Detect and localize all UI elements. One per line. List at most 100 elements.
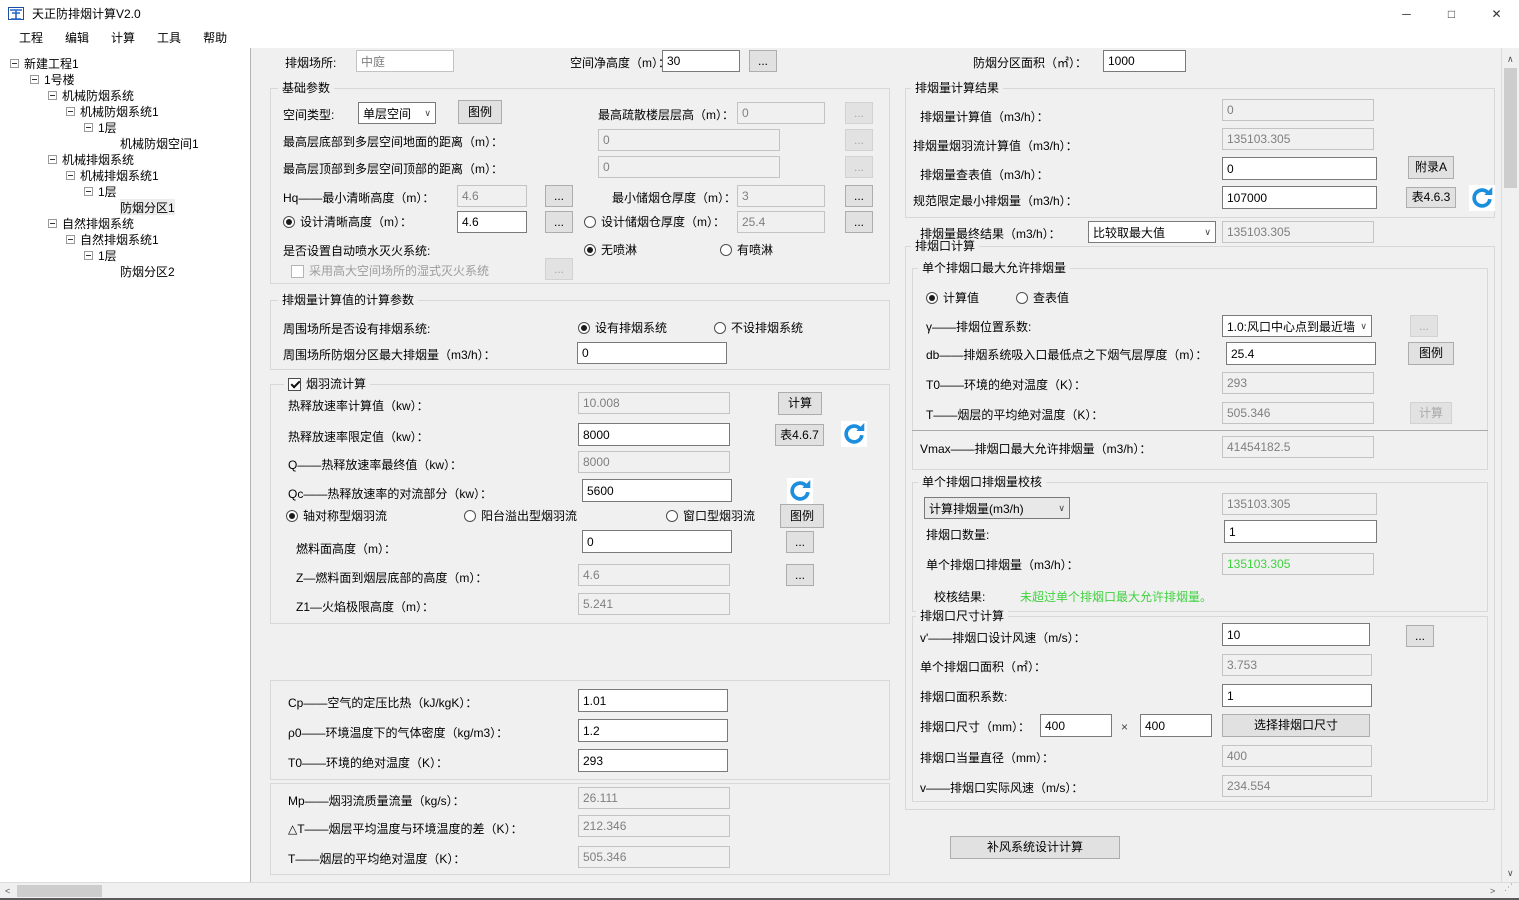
around-max-input[interactable] <box>577 342 727 364</box>
title-bar: 天正防排烟计算V2.0 ─ □ ✕ <box>0 0 1519 28</box>
table-463-button[interactable]: 表4.6.3 <box>1406 187 1456 208</box>
area-coef-input[interactable] <box>1222 684 1372 707</box>
collapse-icon[interactable] <box>30 75 39 84</box>
result-table-input[interactable] <box>1222 157 1377 180</box>
axis-plume-radio[interactable]: 轴对称型烟羽流 <box>286 509 387 523</box>
design-store-radio[interactable]: 设计储烟仓厚度（m）： <box>584 215 725 229</box>
minimize-button[interactable]: ─ <box>1384 0 1429 28</box>
collapse-icon[interactable] <box>84 123 93 132</box>
cp-input[interactable] <box>578 689 728 712</box>
tree-item-mech-fangyan-1[interactable]: 机械防烟系统1 <box>66 103 159 119</box>
collapse-icon[interactable] <box>84 187 93 196</box>
zone-area-input[interactable] <box>1103 50 1186 72</box>
tree-item-nat-paiyan-1[interactable]: 自然排烟系统1 <box>66 231 159 247</box>
gamma-select[interactable]: 1.0:风口中心点到最近墙∨ <box>1222 315 1372 337</box>
menu-bar: 工程 编辑 计算 工具 帮助 <box>0 28 1519 48</box>
fuel-height-input[interactable] <box>582 530 732 553</box>
has-sprinkler-radio[interactable]: 有喷淋 <box>720 243 773 257</box>
refresh-icon[interactable] <box>841 421 867 447</box>
design-speed-more-button[interactable]: ... <box>1406 625 1434 647</box>
hrr-calc-button[interactable]: 计算 <box>778 392 822 415</box>
menu-project[interactable]: 工程 <box>8 28 54 48</box>
space-type-select[interactable]: 单层空间∨ <box>358 102 436 124</box>
result-final-mode-select[interactable]: 比较取最大值∨ <box>1088 221 1216 243</box>
around-yes-radio[interactable]: 设有排烟系统 <box>578 321 667 335</box>
vent-width-input[interactable] <box>1040 714 1112 737</box>
choose-vent-size-button[interactable]: 选择排烟口尺寸 <box>1222 714 1370 737</box>
plume-legend-button[interactable]: 图例 <box>780 504 824 528</box>
vent-count-input[interactable] <box>1224 520 1377 543</box>
tree-item-floor-1b[interactable]: 1层 <box>84 183 117 199</box>
design-speed-input[interactable] <box>1222 623 1370 646</box>
db-legend-button[interactable]: 图例 <box>1408 342 1454 365</box>
makeup-air-button[interactable]: 补风系统设计计算 <box>950 836 1120 859</box>
rho-input[interactable] <box>578 719 728 742</box>
scroll-right-icon[interactable]: > <box>1490 886 1495 896</box>
vertical-scrollbar-thumb[interactable] <box>1504 68 1517 188</box>
tree-item-mech-paiyan-1[interactable]: 机械排烟系统1 <box>66 167 159 183</box>
menu-tools[interactable]: 工具 <box>146 28 192 48</box>
tree-item-zone-1[interactable]: 防烟分区1 <box>120 199 175 215</box>
fuel-height-more-button[interactable]: ... <box>786 531 814 553</box>
maximize-button[interactable]: □ <box>1429 0 1474 28</box>
design-clear-more-button[interactable]: ... <box>545 211 573 233</box>
refresh-icon[interactable] <box>787 478 813 504</box>
collapse-icon[interactable] <box>84 251 93 260</box>
tree-item-project[interactable]: 新建工程1 <box>10 55 79 71</box>
qc-input[interactable] <box>582 479 732 502</box>
close-button[interactable]: ✕ <box>1474 0 1519 28</box>
collapse-icon[interactable] <box>66 171 75 180</box>
menu-calculate[interactable]: 计算 <box>100 28 146 48</box>
design-clear-radio[interactable]: 设计清晰高度（m）： <box>283 215 412 229</box>
hq-more-button[interactable]: ... <box>545 185 573 207</box>
collapse-icon[interactable] <box>66 235 75 244</box>
collapse-icon[interactable] <box>48 219 57 228</box>
collapse-icon[interactable] <box>66 107 75 116</box>
plume-checkbox[interactable]: 烟羽流计算 <box>284 377 370 391</box>
menu-edit[interactable]: 编辑 <box>54 28 100 48</box>
table-467-button[interactable]: 表4.6.7 <box>775 424 824 446</box>
tree-item-nat-paiyan[interactable]: 自然排烟系统 <box>48 215 134 231</box>
vertical-scrollbar[interactable]: ∧ ∨ <box>1501 48 1519 882</box>
check-mode-select[interactable]: 计算排烟量(m3/h)∨ <box>924 497 1070 519</box>
t0-input[interactable] <box>578 749 728 772</box>
horizontal-scrollbar-thumb[interactable] <box>17 885 102 897</box>
menu-help[interactable]: 帮助 <box>192 28 238 48</box>
tree-item-building[interactable]: 1号楼 <box>30 71 75 87</box>
scroll-down-icon[interactable]: ∨ <box>1507 868 1514 878</box>
collapse-icon[interactable] <box>48 155 57 164</box>
tree-item-floor-1c[interactable]: 1层 <box>84 247 117 263</box>
scroll-left-icon[interactable]: < <box>5 886 10 896</box>
collapse-icon[interactable] <box>10 59 19 68</box>
result-min-input[interactable] <box>1222 186 1377 209</box>
clear-height-more-button[interactable]: ... <box>749 50 777 72</box>
around-no-radio[interactable]: 不设排烟系统 <box>714 321 803 335</box>
tree-item-zone-2[interactable]: 防烟分区2 <box>120 263 175 279</box>
appendix-a-button[interactable]: 附录A <box>1408 156 1454 179</box>
wet-system-more-button: ... <box>545 258 573 280</box>
result-min-label: 规范限定最小排烟量（m3/h）： <box>913 194 1078 209</box>
tree-item-mech-paiyan[interactable]: 机械排烟系统 <box>48 151 134 167</box>
tree-item-mech-fangyan[interactable]: 机械防烟系统 <box>48 87 134 103</box>
vent-calc-value-radio[interactable]: 计算值 <box>926 291 979 305</box>
no-sprinkler-radio[interactable]: 无喷淋 <box>584 243 637 257</box>
space-type-legend-button[interactable]: 图例 <box>458 100 502 124</box>
resize-grip-icon[interactable]: ⋰ <box>1504 884 1518 897</box>
horizontal-scrollbar[interactable]: < > <box>0 882 1519 898</box>
design-store-more-button[interactable]: ... <box>845 211 873 233</box>
vent-height-input[interactable] <box>1140 714 1212 737</box>
clear-height-input[interactable] <box>662 50 740 72</box>
design-clear-input[interactable] <box>457 211 527 233</box>
refresh-icon[interactable] <box>1469 185 1495 211</box>
tree-item-floor-1[interactable]: 1层 <box>84 119 117 135</box>
vent-table-value-radio[interactable]: 查表值 <box>1016 291 1069 305</box>
collapse-icon[interactable] <box>48 91 57 100</box>
balcony-plume-radio[interactable]: 阳台溢出型烟羽流 <box>464 509 577 523</box>
tree-item-mech-space-1[interactable]: 机械防烟空间1 <box>120 135 199 151</box>
min-store-more-button[interactable]: ... <box>845 185 873 207</box>
db-input[interactable] <box>1226 342 1376 365</box>
hrr-limit-input[interactable] <box>578 423 730 446</box>
z-more-button[interactable]: ... <box>786 564 814 586</box>
scroll-up-icon[interactable]: ∧ <box>1507 54 1514 64</box>
window-plume-radio[interactable]: 窗口型烟羽流 <box>666 509 755 523</box>
